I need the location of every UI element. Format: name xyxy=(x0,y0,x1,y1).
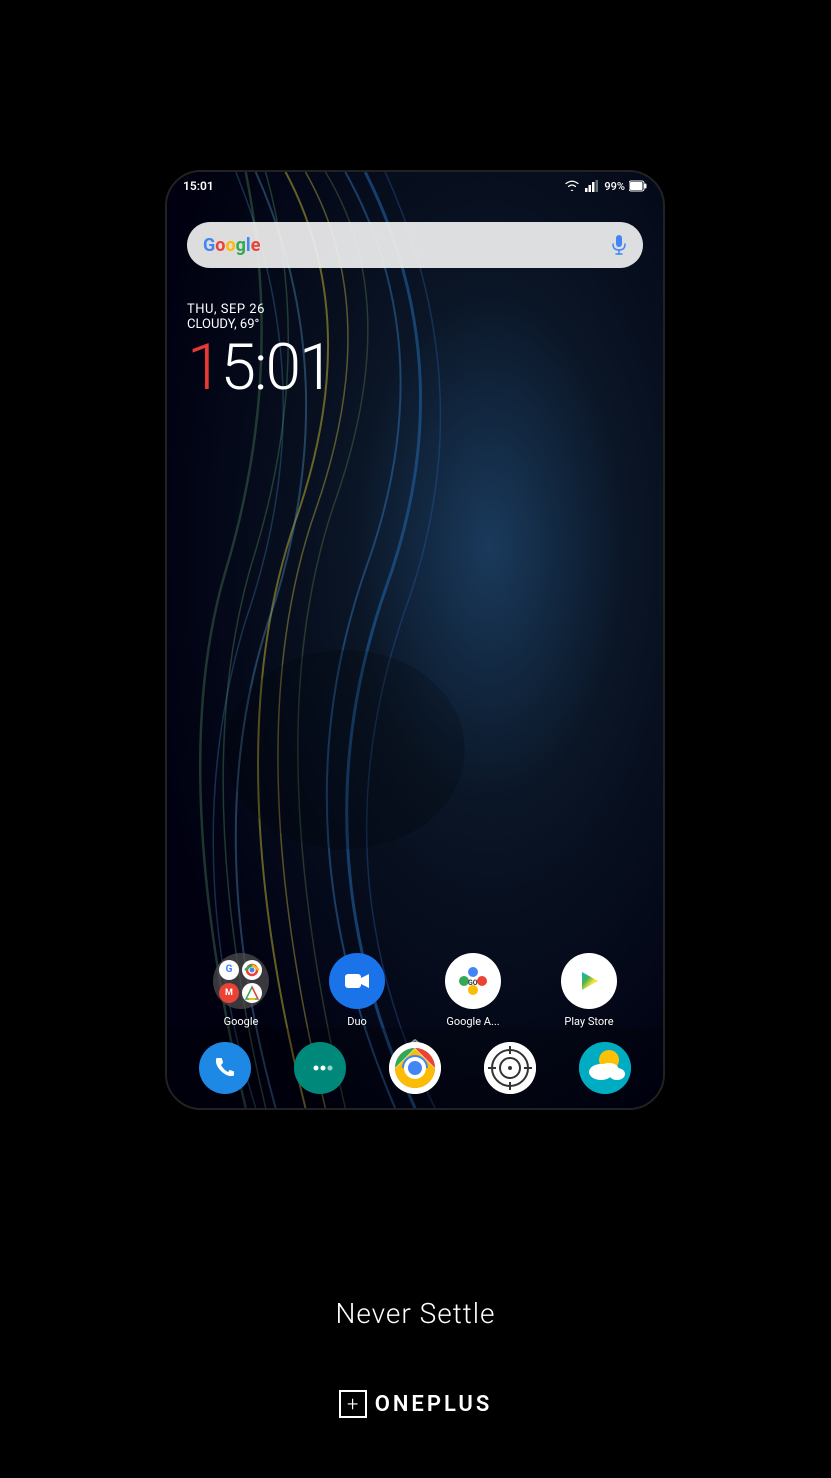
status-bar: 15:01 99% xyxy=(167,172,663,200)
wifi-icon xyxy=(565,180,579,192)
app-google[interactable]: G M xyxy=(187,953,295,1028)
clock-widget: THU, SEP 26 CLOUDY, 69° 15:01 xyxy=(187,302,332,400)
battery-percent: 99% xyxy=(604,180,625,193)
google-label: Google xyxy=(224,1015,259,1028)
app-assistant[interactable]: GO Google A... xyxy=(419,953,527,1028)
dock-chrome[interactable] xyxy=(367,1042,462,1094)
svg-text:GO: GO xyxy=(468,979,478,987)
google-mini-icon: G xyxy=(219,960,239,980)
assistant-label: Google A... xyxy=(446,1015,499,1028)
oneplus-logo-icon: + xyxy=(339,1390,367,1418)
status-icons: 99% xyxy=(564,180,647,193)
camera-icon[interactable] xyxy=(484,1042,536,1094)
signal-icon xyxy=(585,180,599,192)
chrome-icon[interactable] xyxy=(389,1042,441,1094)
phone-icon[interactable] xyxy=(199,1042,251,1094)
dock-weather[interactable] xyxy=(558,1042,653,1094)
gmail-mini-icon: M xyxy=(219,983,239,1003)
dock-camera[interactable] xyxy=(463,1042,558,1094)
duo-label: Duo xyxy=(347,1015,367,1028)
duo-icon[interactable] xyxy=(329,953,385,1009)
clock-time-rest: 5:01 xyxy=(221,330,333,405)
weather-icon[interactable] xyxy=(579,1042,631,1094)
tagline: Never Settle xyxy=(335,1297,495,1330)
app-duo[interactable]: Duo xyxy=(303,953,411,1028)
oneplus-logo-text: ONEPLUS xyxy=(375,1392,493,1417)
branding-section: Never Settle + ONEPLUS xyxy=(0,1297,831,1418)
clock-hour-first-digit: 1 xyxy=(187,330,221,405)
battery-icon xyxy=(629,180,647,192)
messages-icon[interactable] xyxy=(294,1042,346,1094)
dock xyxy=(167,1028,663,1108)
play-store-icon[interactable] xyxy=(561,953,617,1009)
app-grid: G M xyxy=(167,953,663,1028)
status-time: 15:01 xyxy=(183,179,214,193)
search-bar[interactable]: Google xyxy=(187,222,643,268)
assistant-icon[interactable]: GO xyxy=(445,953,501,1009)
drive-mini-icon xyxy=(242,983,262,1003)
app-play-store[interactable]: Play Store xyxy=(535,953,643,1028)
dock-phone[interactable] xyxy=(177,1042,272,1094)
phone-screen: 15:01 99% xyxy=(165,170,665,1110)
google-logo: Google xyxy=(203,235,260,256)
date-display: THU, SEP 26 xyxy=(187,302,332,317)
oneplus-brand: + ONEPLUS xyxy=(339,1390,493,1418)
dock-messages[interactable] xyxy=(272,1042,367,1094)
mic-icon[interactable] xyxy=(611,235,627,255)
play-store-label: Play Store xyxy=(564,1015,613,1028)
chrome-mini-icon xyxy=(242,960,262,980)
google-folder-icon[interactable]: G M xyxy=(213,953,269,1009)
clock-display: 15:01 xyxy=(187,336,332,400)
